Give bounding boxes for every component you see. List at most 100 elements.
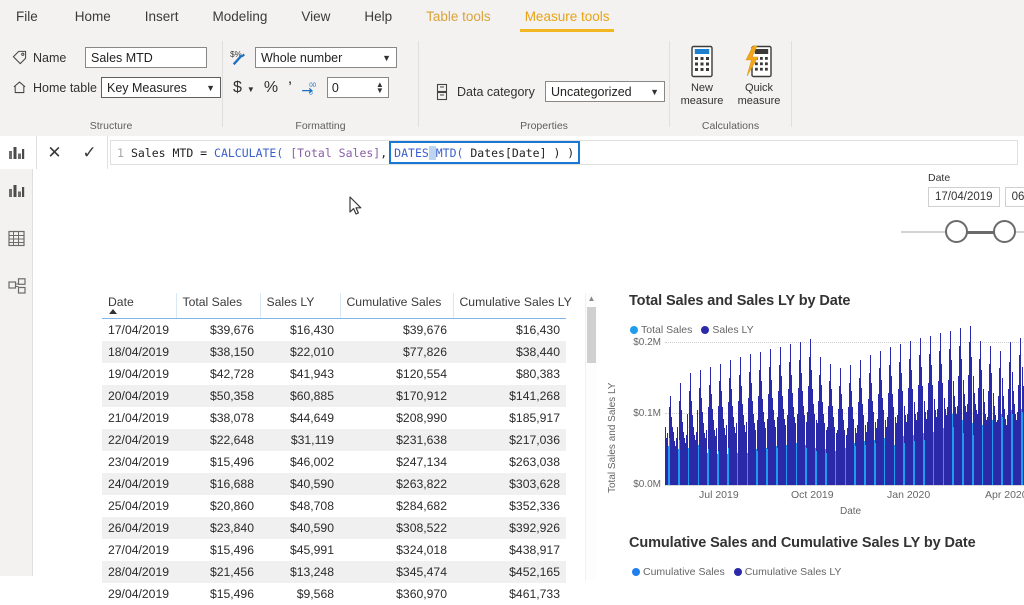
- ribbon-tab-measure-tools[interactable]: Measure tools: [508, 0, 627, 33]
- table-header-total-sales[interactable]: Total Sales: [176, 293, 260, 319]
- quick-measure-label: Quick measure: [732, 82, 786, 107]
- home-table-dropdown[interactable]: Key Measures ▼: [101, 77, 221, 98]
- quick-measure-label-line1: Quick: [745, 82, 773, 94]
- chart1-title: Total Sales and Sales LY by Date: [629, 293, 850, 309]
- chart1-x-axis-line: [665, 485, 1024, 486]
- formula-token: Dates[Date] ) ): [463, 146, 574, 160]
- date-slicer[interactable]: Date 17/04/2019 06/05/2020: [891, 169, 1024, 259]
- table-cell-date: 18/04/2019: [102, 341, 176, 363]
- thousands-separator-button[interactable]: ’: [282, 78, 296, 98]
- table-cell-value: $48,708: [260, 495, 340, 517]
- chart2-legend[interactable]: Cumulative Sales Cumulative Sales LY: [632, 566, 841, 578]
- table-header-sales-ly[interactable]: Sales LY: [260, 293, 340, 319]
- currency-format-button[interactable]: $: [229, 79, 246, 97]
- chart-cumulative-sales[interactable]: Cumulative Sales and Cumulative Sales LY…: [595, 535, 1024, 581]
- legend-item-cumulative-sales[interactable]: Cumulative Sales: [632, 566, 725, 578]
- ribbon-tab-table-tools[interactable]: Table tools: [409, 0, 508, 33]
- chart1-plot-area[interactable]: [665, 323, 1024, 485]
- decimal-places-icon[interactable]: 00 0: [300, 79, 322, 97]
- ribbon-group-formatting: $% Whole number ▼ $ ▼ % ’ 00: [223, 33, 418, 136]
- table-row[interactable]: 29/04/2019$15,496$9,568$360,970$461,733: [102, 583, 566, 605]
- table-cell-value: $308,522: [340, 517, 453, 539]
- report-view-icon-formulabar: [0, 136, 33, 169]
- slicer-end-handle[interactable]: [993, 220, 1016, 243]
- table-cell-date: 28/04/2019: [102, 561, 176, 583]
- percent-format-button[interactable]: %: [260, 79, 282, 97]
- slicer-start-date-input[interactable]: 17/04/2019: [928, 187, 1000, 207]
- chevron-down-icon: ▼: [206, 83, 215, 93]
- table-row[interactable]: 22/04/2019$22,648$31,119$231,638$217,036: [102, 429, 566, 451]
- calculator-icon: [675, 41, 729, 79]
- formatting-group-caption: Formatting: [223, 120, 418, 132]
- table-cell-value: $20,860: [176, 495, 260, 517]
- ribbon-tab-modeling[interactable]: Modeling: [196, 0, 285, 33]
- table-cell-value: $217,036: [453, 429, 566, 451]
- slicer-track[interactable]: [901, 220, 1024, 244]
- ribbon-tab-file[interactable]: File: [0, 0, 58, 33]
- chevron-down-icon[interactable]: ▼: [247, 85, 255, 94]
- formula-selection-box[interactable]: DATES MTD( Dates[Date] ) ): [389, 141, 580, 164]
- sort-ascending-icon: [109, 309, 117, 314]
- legend-item-cumulative-sales-ly[interactable]: Cumulative Sales LY: [734, 566, 842, 578]
- table-row[interactable]: 27/04/2019$15,496$45,991$324,018$438,917: [102, 539, 566, 561]
- table-row[interactable]: 23/04/2019$15,496$46,002$247,134$263,038: [102, 451, 566, 473]
- table-visual[interactable]: DateTotal SalesSales LYCumulative SalesC…: [102, 293, 597, 580]
- table-row[interactable]: 25/04/2019$20,860$48,708$284,682$352,336: [102, 495, 566, 517]
- table-row[interactable]: 24/04/2019$16,688$40,590$263,822$303,628: [102, 473, 566, 495]
- table-header-date[interactable]: Date: [102, 293, 176, 319]
- decimal-places-stepper[interactable]: 0 ▲ ▼: [327, 77, 389, 98]
- table-cell-value: $141,268: [453, 385, 566, 407]
- properties-group-caption: Properties: [419, 120, 669, 132]
- data-category-dropdown[interactable]: Uncategorized ▼: [545, 81, 665, 102]
- stepper-arrows[interactable]: ▲ ▼: [376, 82, 384, 94]
- ribbon-tab-insert[interactable]: Insert: [128, 0, 196, 33]
- table-row[interactable]: 20/04/2019$50,358$60,885$170,912$141,268: [102, 385, 566, 407]
- chart-total-sales-and-sales-ly[interactable]: Total Sales and Sales LY by Date Total S…: [595, 293, 1024, 533]
- slicer-start-handle[interactable]: [945, 220, 968, 243]
- power-bi-desktop-window: FileHomeInsertModelingViewHelpTable tool…: [0, 0, 1024, 576]
- table-cell-value: $80,383: [453, 363, 566, 385]
- cancel-x-icon[interactable]: ✕: [47, 144, 61, 161]
- table-cell-value: $38,440: [453, 341, 566, 363]
- decimal-places-value: 0: [332, 81, 339, 95]
- chart1-ytick-1: $0.1M: [613, 408, 661, 419]
- chart1-ytick-2: $0.2M: [613, 337, 661, 348]
- formula-token: CALCULATE(: [214, 146, 283, 160]
- table-cell-value: $16,688: [176, 473, 260, 495]
- ribbon-tab-view[interactable]: View: [284, 0, 347, 33]
- slicer-end-date-input[interactable]: 06/05/2020: [1005, 187, 1024, 207]
- formula-token: Sales MTD =: [131, 146, 214, 160]
- new-measure-label-line2: measure: [681, 95, 724, 107]
- commit-check-icon[interactable]: ✓: [82, 144, 96, 161]
- table-header-cumulative-sales[interactable]: Cumulative Sales: [340, 293, 453, 319]
- table-row[interactable]: 19/04/2019$42,728$41,943$120,554$80,383: [102, 363, 566, 385]
- new-measure-button[interactable]: New measure: [675, 41, 729, 107]
- sidebar-item-data-view[interactable]: [0, 217, 33, 265]
- table-row[interactable]: 17/04/2019$39,676$16,430$39,676$16,430: [102, 319, 566, 342]
- table-cell-value: $345,474: [340, 561, 453, 583]
- table-header-cumulative-sales-ly[interactable]: Cumulative Sales LY: [453, 293, 566, 319]
- chevron-down-icon: ▼: [382, 53, 391, 63]
- table-cell-value: $15,496: [176, 583, 260, 605]
- table-cell-value: $247,134: [340, 451, 453, 473]
- table-row[interactable]: 26/04/2019$23,840$40,590$308,522$392,926: [102, 517, 566, 539]
- sidebar-item-report-view[interactable]: [0, 169, 33, 217]
- measure-name-input[interactable]: Sales MTD: [85, 47, 207, 68]
- table-row[interactable]: 28/04/2019$21,456$13,248$345,474$452,165: [102, 561, 566, 583]
- table-cell-value: $392,926: [453, 517, 566, 539]
- ribbon-tab-home[interactable]: Home: [58, 0, 128, 33]
- table-cell-value: $60,885: [260, 385, 340, 407]
- table-cell-value: $21,456: [176, 561, 260, 583]
- chart1-x-axis-title: Date: [840, 506, 861, 517]
- table-cell-date: 27/04/2019: [102, 539, 176, 561]
- quick-measure-button[interactable]: Quick measure: [732, 41, 786, 107]
- format-type-dropdown[interactable]: Whole number ▼: [255, 47, 397, 68]
- dax-formula-input[interactable]: 1 Sales MTD = CALCULATE( [Total Sales], …: [110, 140, 1018, 165]
- table-row[interactable]: 21/04/2019$38,078$44,649$208,990$185,917: [102, 407, 566, 429]
- table-row[interactable]: 18/04/2019$38,150$22,010$77,826$38,440: [102, 341, 566, 363]
- sidebar-item-model-view[interactable]: [0, 265, 33, 313]
- ribbon-group-properties: Data category Uncategorized ▼ Properties: [419, 33, 669, 136]
- table-header-row: DateTotal SalesSales LYCumulative SalesC…: [102, 293, 566, 319]
- ribbon-tab-help[interactable]: Help: [347, 0, 409, 33]
- stepper-down-icon[interactable]: ▼: [376, 88, 384, 94]
